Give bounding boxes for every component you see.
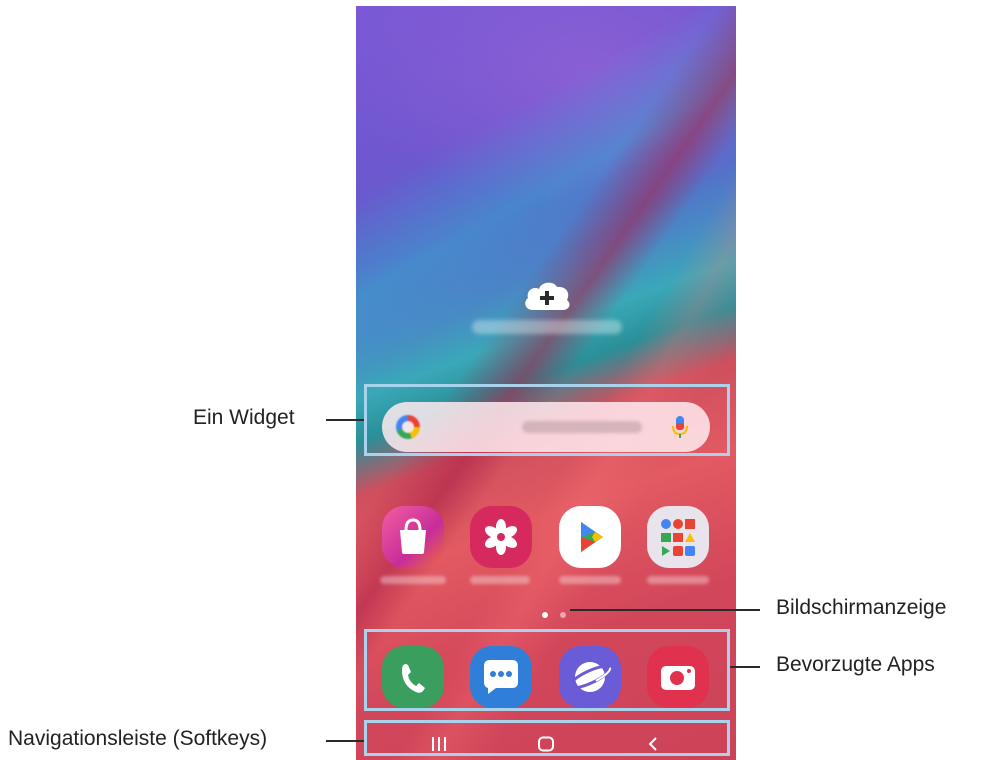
play-store-icon[interactable] [559,506,621,568]
widget-label: Ein Widget [193,406,295,429]
nav-bar-label: Navigationsleiste (Softkeys) [8,727,268,750]
widget-highlight [364,384,730,456]
nav-bar-callout-line [326,740,364,742]
favorite-apps-callout-line [730,666,760,668]
widget-callout-line [326,419,364,421]
favorite-apps-highlight [364,629,730,711]
cloud-plus-icon[interactable] [521,278,573,312]
app-label [559,576,621,584]
app-label [380,576,446,584]
app-label [647,576,709,584]
page-dot-active[interactable] [542,612,548,618]
gallery-icon[interactable] [470,506,532,568]
favorite-apps-label: Bevorzugte Apps [776,653,935,676]
app-label [470,576,530,584]
page-indicator-label: Bildschirmanzeige [776,596,947,619]
page-dot[interactable] [560,612,566,618]
galaxy-store-icon[interactable] [382,506,444,568]
navigation-bar-highlight [364,720,730,756]
empty-widget-hint [472,320,622,334]
google-folder-icon[interactable] [647,506,709,568]
page-indicator-callout-line [570,609,760,611]
